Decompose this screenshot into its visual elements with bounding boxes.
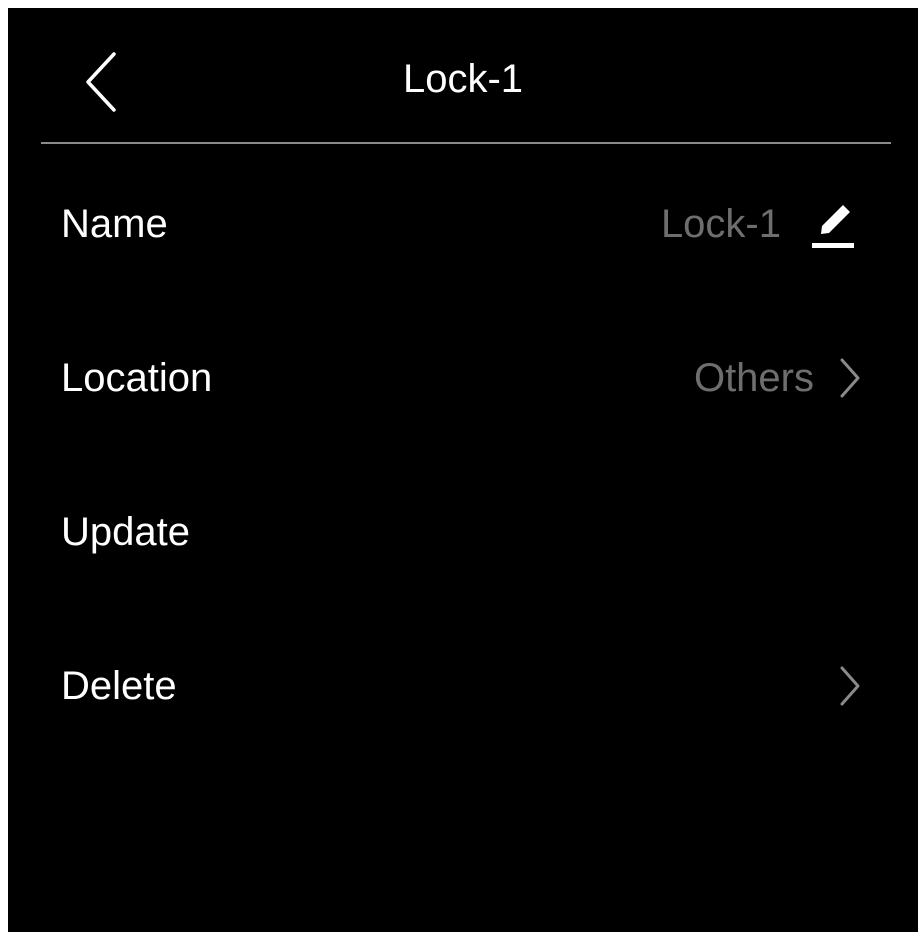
chevron-right-icon — [836, 663, 864, 709]
header-divider — [41, 142, 891, 144]
device-settings-screen: Lock-1 Name Lock-1 Location Others Updat… — [8, 8, 918, 932]
location-row[interactable]: Location Others — [8, 330, 918, 426]
location-label: Location — [61, 356, 213, 400]
name-row[interactable]: Name Lock-1 — [8, 176, 918, 272]
name-label: Name — [61, 202, 168, 246]
update-row[interactable]: Update — [8, 484, 918, 580]
edit-icon[interactable] — [808, 198, 858, 250]
header: Lock-1 — [8, 8, 918, 143]
chevron-right-icon — [836, 355, 864, 401]
update-label: Update — [61, 510, 190, 554]
name-value: Lock-1 — [660, 202, 781, 246]
location-value: Others — [693, 356, 814, 400]
delete-label: Delete — [61, 664, 177, 708]
delete-row[interactable]: Delete — [8, 638, 918, 734]
page-title: Lock-1 — [402, 57, 524, 101]
